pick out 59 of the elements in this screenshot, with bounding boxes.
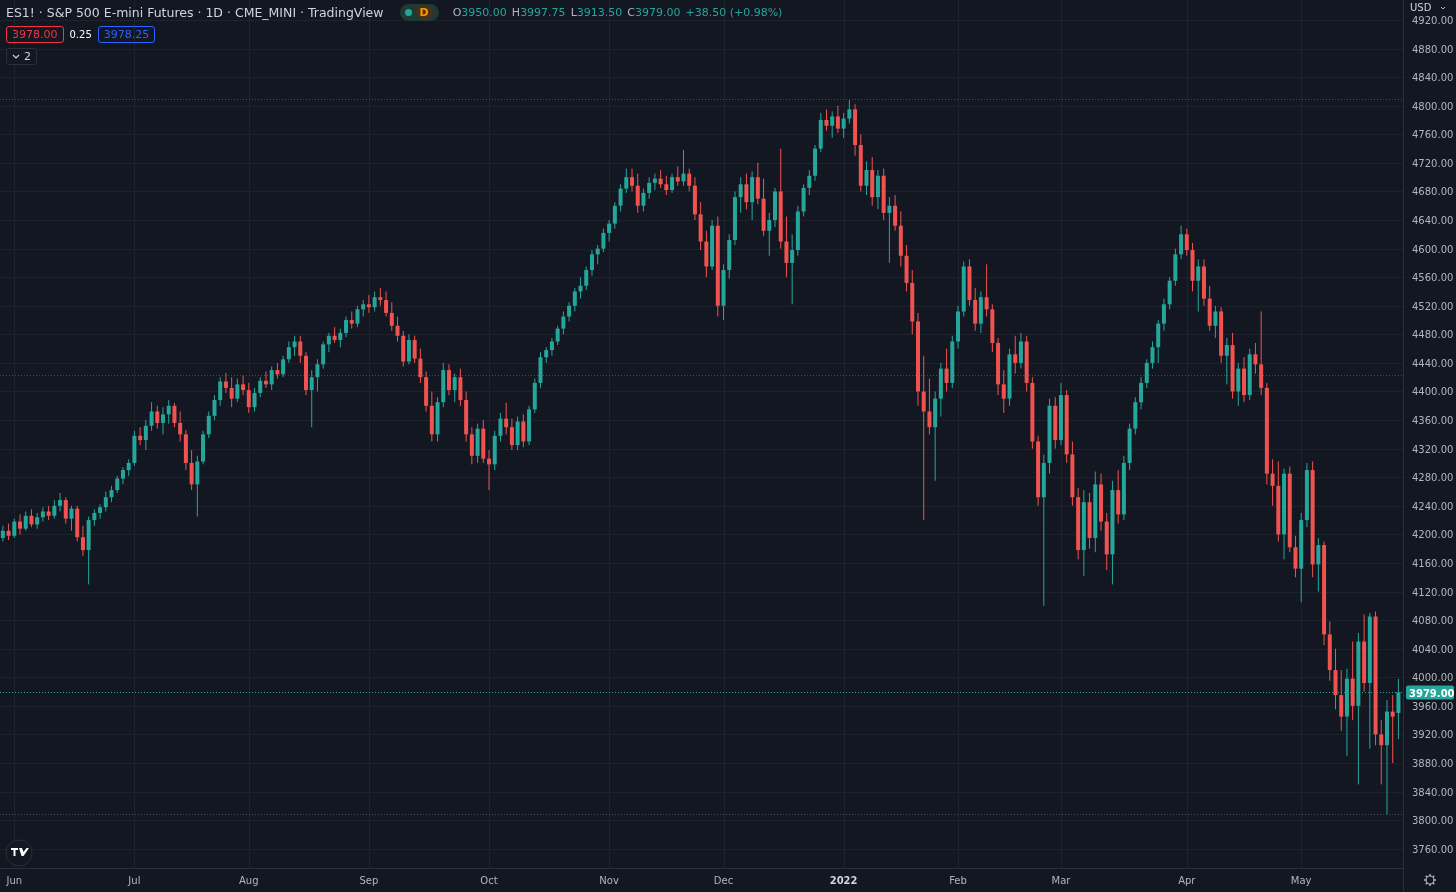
ohlc-value: 3913.50 xyxy=(576,6,623,19)
spread-value: 0.25 xyxy=(69,29,92,40)
time-tick-label: Feb xyxy=(949,875,967,886)
price-tick-label: 4920.00 xyxy=(1412,15,1454,26)
price-tick-label: 4360.00 xyxy=(1412,415,1454,427)
ohlc-label: L xyxy=(570,6,577,19)
ohlc-label: H xyxy=(511,6,521,19)
price-tick-label: 4880.00 xyxy=(1412,43,1454,55)
price-tick-label: 4200.00 xyxy=(1412,529,1454,541)
ohlc-value: 3979.00 xyxy=(634,6,681,19)
price-tick-label: 3760.00 xyxy=(1412,843,1454,855)
price-tick-label: 4440.00 xyxy=(1412,357,1454,369)
time-tick-label: May xyxy=(1290,875,1312,886)
price-tick-label: 4160.00 xyxy=(1412,557,1454,569)
price-tick-label: 3960.00 xyxy=(1412,700,1454,712)
price-tick-label: 3880.00 xyxy=(1412,758,1454,769)
price-tick-label: 4600.00 xyxy=(1412,243,1454,255)
time-tick-label: 2022 xyxy=(829,875,858,886)
price-tick-label: 4640.00 xyxy=(1412,215,1454,227)
price-tick-label: 4840.00 xyxy=(1412,72,1454,84)
ask-price[interactable]: 3978.25 xyxy=(97,26,156,43)
price-tick-label: 4720.00 xyxy=(1412,157,1454,169)
time-tick-label: Jun xyxy=(6,875,23,886)
indicators-toggle-button[interactable]: 2 xyxy=(6,48,37,65)
time-tick-label: Apr xyxy=(1178,875,1196,886)
price-tick-label: 3840.00 xyxy=(1412,786,1454,798)
currency-label[interactable]: USD xyxy=(1410,2,1432,13)
price-tick-label: 4760.00 xyxy=(1412,129,1454,141)
price-tick-label: 4280.00 xyxy=(1412,472,1454,484)
price-tick-label: 4680.00 xyxy=(1412,186,1454,198)
time-tick-label: Oct xyxy=(480,875,498,886)
ohlc-value: 3950.00 xyxy=(461,6,507,19)
price-change: +38.50 (+0.98%) xyxy=(685,6,783,19)
bid-price[interactable]: 3978.00 xyxy=(6,26,64,43)
price-tick-label: 4480.00 xyxy=(1412,329,1454,341)
price-tick-label: 4800.00 xyxy=(1412,100,1454,112)
price-tick-label: 4040.00 xyxy=(1412,643,1454,655)
price-tick-label: 4400.00 xyxy=(1412,386,1454,398)
time-tick-label: Jul xyxy=(128,875,141,886)
price-tick-label: 4000.00 xyxy=(1412,672,1454,684)
price-tick-label: 4320.00 xyxy=(1412,443,1454,455)
chart-title: ES1! · S&P 500 E-mini Futures · 1D · CME_MINI · TradingView xyxy=(6,5,384,20)
time-tick-label: Nov xyxy=(599,875,619,886)
time-tick-label: Sep xyxy=(359,875,379,886)
price-tick-label: 4560.00 xyxy=(1412,272,1454,284)
price-tick-label: 3920.00 xyxy=(1412,729,1454,741)
ohlc-label: C xyxy=(627,6,635,19)
price-tick-label: 4240.00 xyxy=(1412,500,1454,512)
ohlc-label: O xyxy=(452,6,462,19)
ohlc-value: 3997.75 xyxy=(520,6,566,19)
price-tick-label: 3800.00 xyxy=(1412,815,1454,827)
time-tick-label: Dec xyxy=(713,875,734,886)
time-tick-label: Mar xyxy=(1051,875,1071,886)
last-price-label: 3979.00 xyxy=(1406,685,1455,700)
status-badge[interactable]: D xyxy=(399,4,439,21)
price-tick-label: 4080.00 xyxy=(1412,615,1454,627)
time-tick-label: Aug xyxy=(239,875,259,886)
price-tick-label: 4520.00 xyxy=(1412,300,1454,312)
price-tick-label: 4120.00 xyxy=(1412,586,1454,598)
